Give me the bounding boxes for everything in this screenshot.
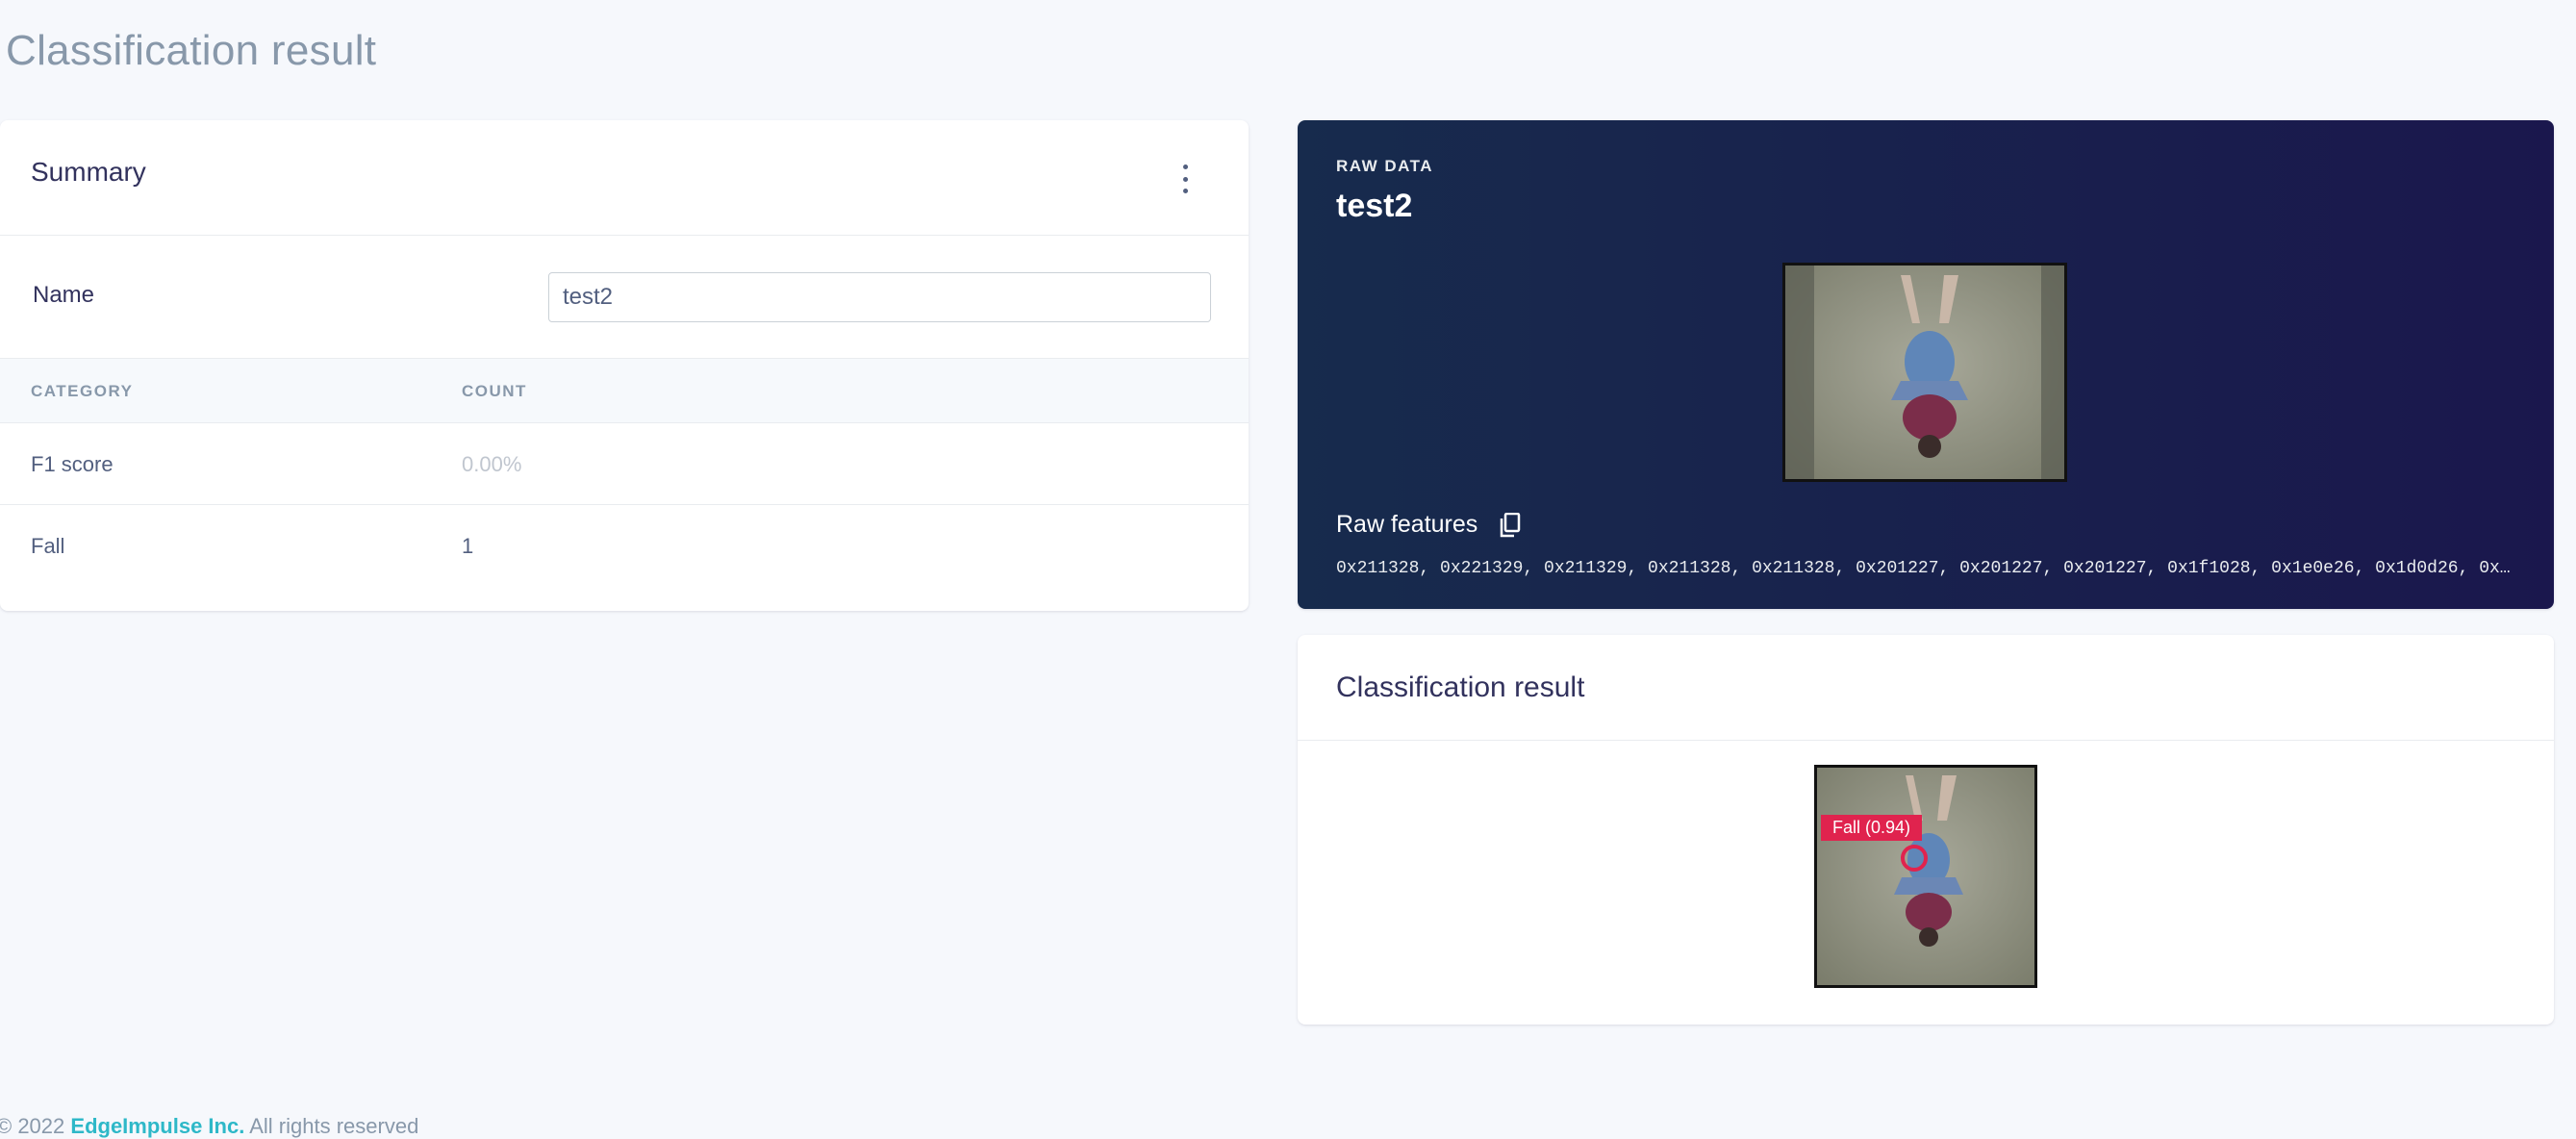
kebab-menu-icon[interactable] bbox=[1178, 165, 1192, 193]
raw-features-values: 0x211328, 0x221329, 0x211329, 0x211328, … bbox=[1336, 559, 2513, 578]
summary-table-header: CATEGORY COUNT bbox=[0, 359, 1249, 423]
row-category: Fall bbox=[31, 534, 65, 558]
name-row: Name bbox=[0, 236, 1249, 359]
table-row: F1 score 0.00% bbox=[0, 423, 1249, 505]
classification-image: Fall (0.94) bbox=[1814, 765, 2037, 988]
column-header-category: CATEGORY bbox=[31, 382, 134, 400]
raw-data-title: test2 bbox=[1336, 188, 1413, 224]
table-row: Fall 1 bbox=[0, 505, 1249, 587]
raw-features-label: Raw features bbox=[1336, 511, 1478, 538]
classified-photo bbox=[1817, 768, 2034, 985]
footer-rights: All rights reserved bbox=[249, 1114, 419, 1138]
classification-title: Classification result bbox=[1336, 671, 1585, 703]
row-category: F1 score bbox=[31, 452, 114, 476]
bounding-box-label: Fall (0.94) bbox=[1821, 815, 1923, 841]
footer-copyright: © 2022 bbox=[0, 1114, 65, 1138]
raw-data-card: RAW DATA test2 Raw features 0x211328, 0x… bbox=[1298, 120, 2554, 609]
name-input[interactable] bbox=[548, 272, 1211, 322]
name-label: Name bbox=[33, 282, 95, 308]
sample-photo bbox=[1785, 266, 2064, 479]
footer-company-link[interactable]: EdgeImpulse Inc. bbox=[70, 1114, 244, 1138]
footer: © 2022 EdgeImpulse Inc. All rights reser… bbox=[0, 1114, 418, 1139]
row-count: 1 bbox=[462, 534, 474, 558]
column-header-count: COUNT bbox=[462, 382, 527, 400]
classification-header: Classification result bbox=[1298, 635, 2554, 741]
raw-sample-image bbox=[1782, 263, 2067, 482]
summary-title: Summary bbox=[31, 157, 146, 187]
bounding-box-marker bbox=[1901, 845, 1928, 872]
summary-card: Summary Name CATEGORY COUNT F1 score 0.0… bbox=[0, 120, 1249, 611]
row-count: 0.00% bbox=[462, 452, 522, 476]
raw-data-eyebrow: RAW DATA bbox=[1336, 157, 1434, 175]
copy-icon[interactable] bbox=[1500, 512, 1521, 538]
page-title: Classification result bbox=[6, 27, 377, 74]
summary-header: Summary bbox=[0, 120, 1249, 236]
classification-card: Classification result Fall (0.94) bbox=[1298, 635, 2554, 1025]
